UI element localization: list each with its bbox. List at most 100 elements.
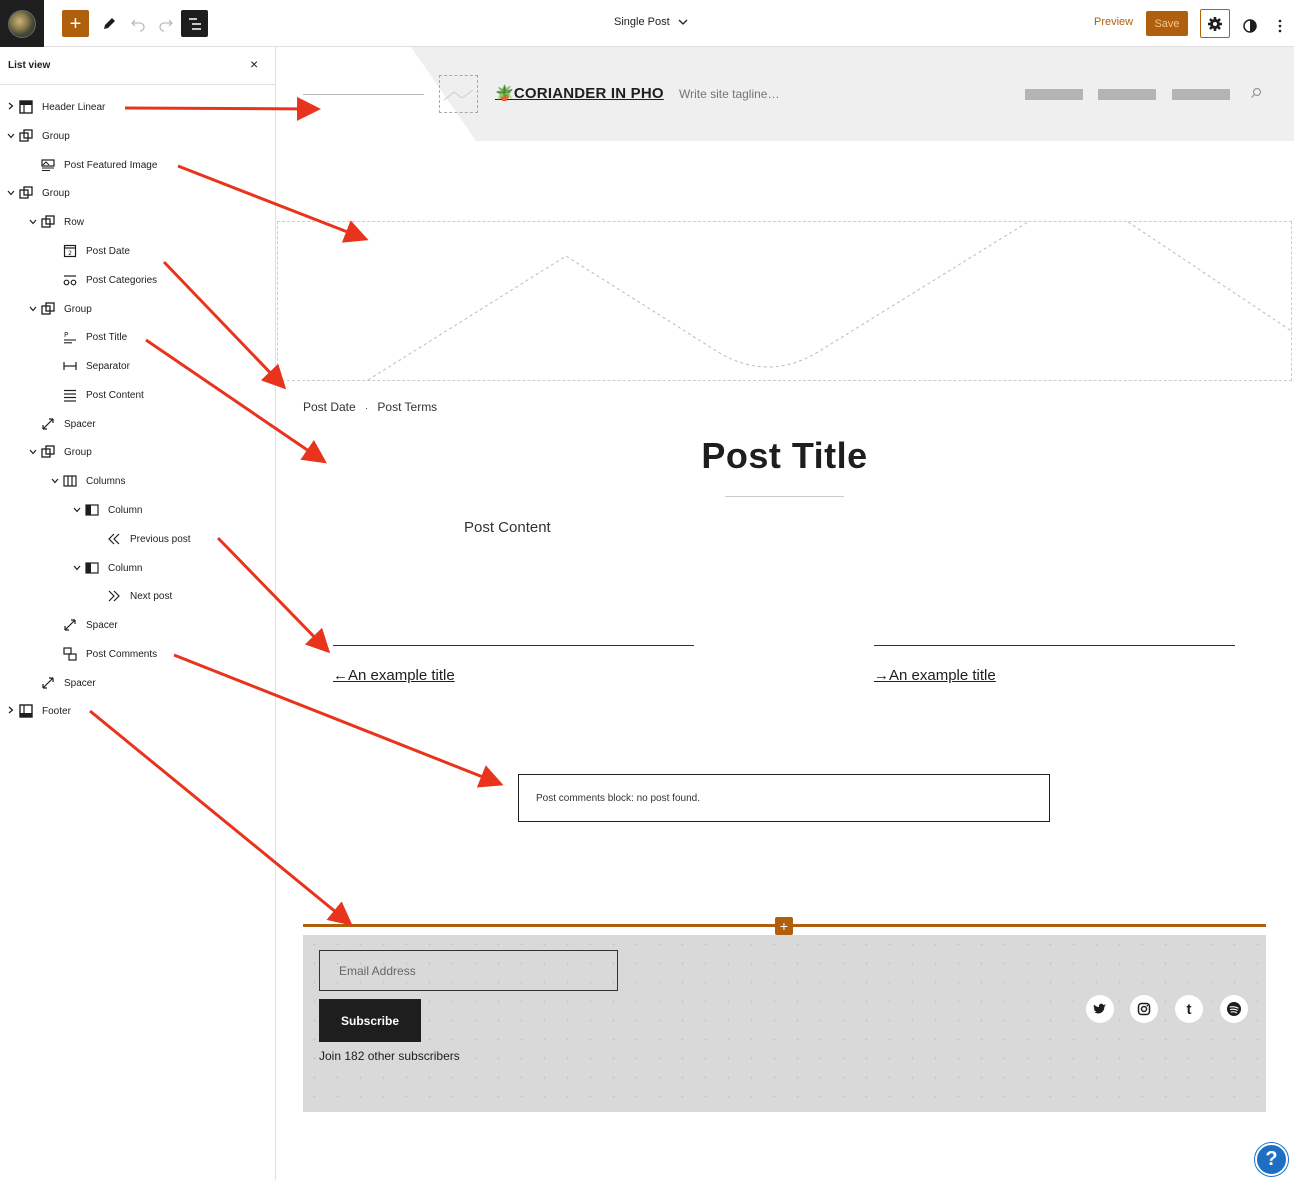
comments-message: Post comments block: no post found. (536, 793, 700, 804)
list-view-item[interactable]: Previous post (92, 529, 191, 549)
chevron-down-icon (678, 19, 688, 25)
document-title-dropdown[interactable]: Single Post (614, 16, 688, 28)
insert-block-button[interactable]: + (775, 917, 793, 935)
add-block-button[interactable]: + (62, 10, 89, 37)
settings-button[interactable] (1200, 9, 1230, 38)
search-icon[interactable] (1250, 87, 1262, 99)
post-date-icon: 2 (62, 244, 78, 258)
list-view-item-label: Group (42, 130, 70, 142)
spotify-icon[interactable] (1220, 995, 1248, 1023)
list-view-item[interactable]: Post Categories (48, 270, 157, 290)
list-view-item[interactable]: Columns (48, 471, 125, 491)
nav-placeholder-item[interactable] (1098, 89, 1156, 100)
help-button[interactable]: ? (1255, 1143, 1288, 1176)
list-view-item[interactable]: Post Featured Image (26, 155, 157, 175)
list-view-item[interactable]: Group (26, 442, 92, 462)
chevron-down-icon[interactable] (26, 447, 40, 457)
list-view-item-label: Group (42, 187, 70, 199)
list-view-item[interactable]: Group (4, 126, 70, 146)
chevron-down-icon[interactable] (26, 304, 40, 314)
list-view-item[interactable]: P Post Title (48, 327, 127, 347)
list-view-item[interactable]: Separator (48, 356, 130, 376)
list-view-toggle[interactable] (181, 10, 208, 37)
previous-post-link[interactable]: ←An example title (333, 667, 455, 684)
list-view-item[interactable]: 2 Post Date (48, 241, 130, 261)
redo-icon (158, 19, 173, 32)
document-title: Single Post (614, 16, 670, 28)
list-view-item[interactable]: Next post (92, 586, 172, 606)
list-view-header: List view × (0, 47, 275, 85)
instagram-icon[interactable] (1130, 995, 1158, 1023)
preview-button[interactable]: Preview (1094, 16, 1133, 28)
post-date[interactable]: Post Date (303, 400, 356, 414)
site-icon-button[interactable] (0, 0, 44, 47)
styles-button[interactable] (1236, 12, 1263, 39)
site-title[interactable]: 🪴CORIANDER IN PHO (495, 84, 664, 102)
save-button[interactable]: Save (1146, 11, 1188, 36)
svg-text:P: P (64, 331, 68, 339)
chevron-down-icon[interactable] (4, 131, 18, 141)
next-post-link[interactable]: →An example title (874, 667, 996, 684)
subscribe-button[interactable]: Subscribe (319, 999, 421, 1042)
redo-button[interactable] (152, 10, 179, 37)
list-view-item[interactable]: Spacer (26, 414, 96, 434)
nav-placeholder-item[interactable] (1172, 89, 1230, 100)
chevron-down-icon[interactable] (70, 563, 84, 573)
meta-separator: · (365, 403, 369, 413)
separator[interactable] (725, 496, 844, 497)
chevron-down-icon[interactable] (4, 188, 18, 198)
plant-icon: 🪴 (495, 85, 514, 102)
chevron-down-icon[interactable] (70, 505, 84, 515)
column-top-border (333, 645, 694, 646)
list-view-item-label: Post Categories (86, 274, 158, 286)
footer-template-part[interactable]: Subscribe Join 182 other subscribers t (303, 935, 1266, 1112)
more-options-button[interactable] (1266, 12, 1293, 39)
site-tagline[interactable]: Write site tagline… (679, 87, 779, 101)
gear-icon (1208, 16, 1222, 31)
undo-button[interactable] (124, 10, 151, 37)
post-comments-block[interactable]: Post comments block: no post found. (518, 774, 1050, 822)
list-view-item[interactable]: Row (26, 212, 84, 232)
list-view-item[interactable]: Footer (4, 701, 71, 721)
site-logo-icon (8, 9, 36, 38)
post-featured-image-placeholder[interactable] (277, 221, 1294, 381)
list-view-item[interactable]: Post Comments (48, 644, 157, 664)
vertical-ellipsis-icon (1278, 19, 1281, 32)
nav-placeholder-item[interactable] (1025, 89, 1083, 100)
site-logo-placeholder[interactable] (439, 75, 478, 113)
close-icon[interactable]: × (250, 56, 258, 72)
post-title[interactable]: Post Title (277, 435, 1292, 477)
tools-button[interactable] (95, 10, 122, 37)
featured-image-icon (40, 158, 56, 172)
columns-icon (62, 474, 78, 488)
post-meta-row: Post Date · Post Terms (303, 400, 437, 414)
chevron-right-icon[interactable] (4, 706, 18, 716)
list-view-item-label: Post Featured Image (64, 159, 158, 171)
list-view-item[interactable]: Spacer (26, 673, 96, 693)
editor-canvas[interactable]: 🪴CORIANDER IN PHO Write site tagline… Po… (277, 47, 1294, 1180)
chevron-down-icon[interactable] (26, 217, 40, 227)
list-view-item-label: Next post (130, 590, 173, 602)
list-view-item[interactable]: Spacer (48, 615, 118, 635)
post-comments-icon (62, 647, 78, 661)
list-view-item-label: Spacer (86, 619, 118, 631)
post-content[interactable]: Post Content (464, 519, 551, 536)
list-view-item-label: Spacer (64, 677, 96, 689)
list-view-item[interactable]: Column (70, 558, 142, 578)
email-field[interactable] (319, 950, 618, 991)
chevron-right-icon[interactable] (4, 102, 18, 112)
chevron-down-icon[interactable] (48, 476, 62, 486)
tumblr-icon[interactable]: t (1175, 995, 1203, 1023)
list-view-item[interactable]: Group (26, 299, 92, 319)
list-view-title: List view (8, 60, 51, 71)
twitter-icon[interactable] (1086, 995, 1114, 1023)
list-view-item[interactable]: Header Linear (4, 97, 105, 117)
subscriber-count: Join 182 other subscribers (319, 1049, 460, 1063)
list-view-item[interactable]: Post Content (48, 385, 144, 405)
list-view-item[interactable]: Column (70, 500, 142, 520)
header-separator (303, 94, 424, 95)
contrast-icon (1242, 18, 1257, 33)
categories-icon (62, 273, 78, 287)
post-terms[interactable]: Post Terms (377, 400, 437, 414)
list-view-item[interactable]: Group (4, 183, 70, 203)
